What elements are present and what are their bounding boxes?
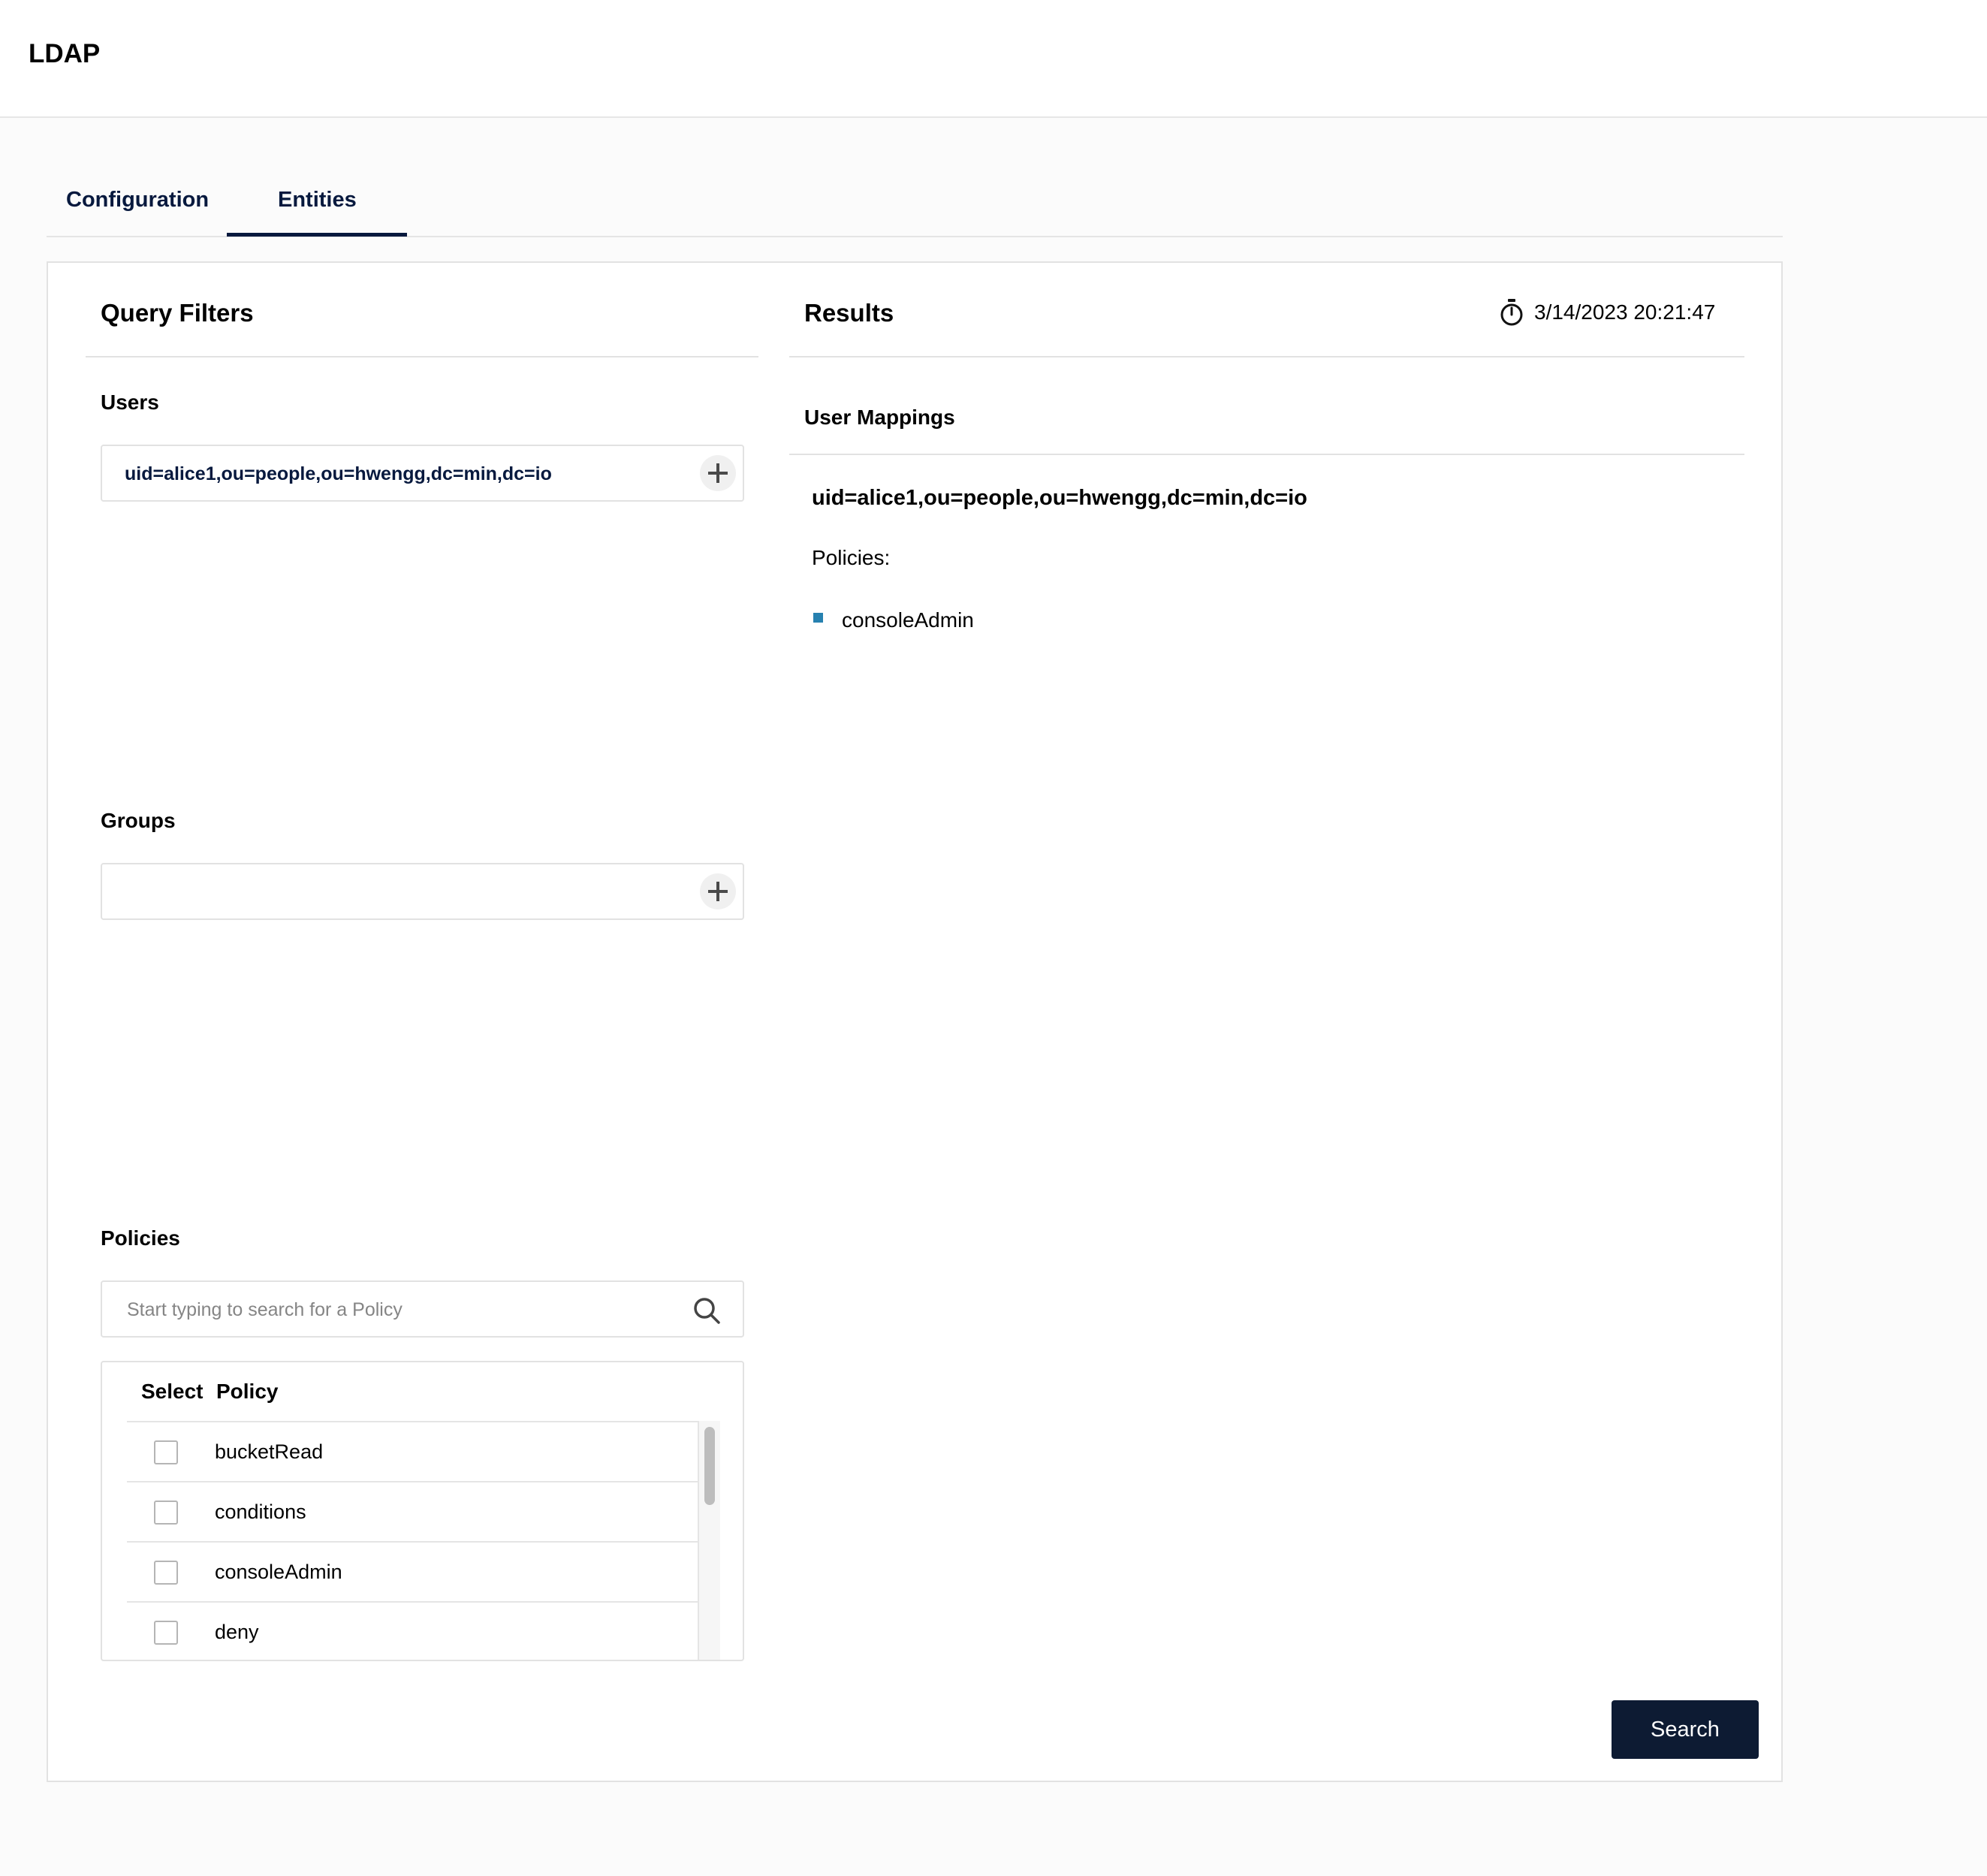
policy-checkbox[interactable]: [154, 1561, 178, 1585]
add-group-button[interactable]: [700, 873, 736, 909]
users-label: Users: [101, 391, 159, 414]
select-column-header: Select: [141, 1380, 204, 1403]
policy-list-scrollbar[interactable]: [698, 1421, 720, 1660]
groups-input[interactable]: [101, 863, 744, 920]
user-mappings-divider: [789, 454, 1744, 455]
stopwatch-icon: [1500, 299, 1523, 326]
users-input-value: uid=alice1,ou=people,ou=hwengg,dc=min,dc…: [125, 463, 552, 484]
query-filters-divider: [86, 356, 758, 357]
policy-name: consoleAdmin: [215, 1561, 342, 1583]
policy-search-placeholder: Start typing to search for a Policy: [127, 1299, 403, 1320]
policy-selection-table: Select Policy bucketRead conditions cons…: [101, 1361, 744, 1661]
policy-row[interactable]: consoleAdmin: [127, 1541, 698, 1601]
policy-name: conditions: [215, 1500, 306, 1523]
query-filters-title: Query Filters: [101, 299, 254, 327]
policy-checkbox[interactable]: [154, 1621, 178, 1645]
users-input[interactable]: uid=alice1,ou=people,ou=hwengg,dc=min,dc…: [101, 445, 744, 502]
tab-entities[interactable]: Entities: [278, 188, 357, 213]
groups-label: Groups: [101, 809, 176, 832]
policy-column-header: Policy: [216, 1380, 279, 1403]
policy-row[interactable]: deny: [127, 1601, 698, 1660]
tab-configuration[interactable]: Configuration: [66, 188, 209, 213]
plus-icon: [708, 882, 728, 901]
results-timestamp: 3/14/2023 20:21:47: [1534, 300, 1716, 324]
policy-name: deny: [215, 1621, 259, 1643]
result-policies-label: Policies:: [812, 546, 891, 569]
page-header: [0, 0, 1987, 118]
add-user-button[interactable]: [700, 455, 736, 491]
results-title: Results: [804, 299, 894, 327]
policy-name: bucketRead: [215, 1440, 324, 1463]
results-divider: [789, 356, 1744, 357]
policy-row[interactable]: bucketRead: [127, 1421, 698, 1481]
policy-checkbox[interactable]: [154, 1440, 178, 1464]
scrollbar-thumb[interactable]: [704, 1427, 715, 1505]
policy-row[interactable]: conditions: [127, 1481, 698, 1541]
page-title: LDAP: [29, 39, 101, 68]
list-bullet: [813, 613, 823, 623]
plus-icon: [708, 463, 728, 483]
search-icon[interactable]: [692, 1296, 721, 1325]
result-policy-item: consoleAdmin: [842, 608, 974, 632]
search-button[interactable]: Search: [1612, 1700, 1759, 1759]
user-mappings-label: User Mappings: [804, 406, 955, 429]
policy-search-input[interactable]: Start typing to search for a Policy: [101, 1280, 744, 1338]
policies-label: Policies: [101, 1226, 180, 1250]
policy-checkbox[interactable]: [154, 1500, 178, 1525]
active-tab-indicator: [227, 233, 407, 237]
result-user-dn: uid=alice1,ou=people,ou=hwengg,dc=min,dc…: [812, 486, 1307, 510]
